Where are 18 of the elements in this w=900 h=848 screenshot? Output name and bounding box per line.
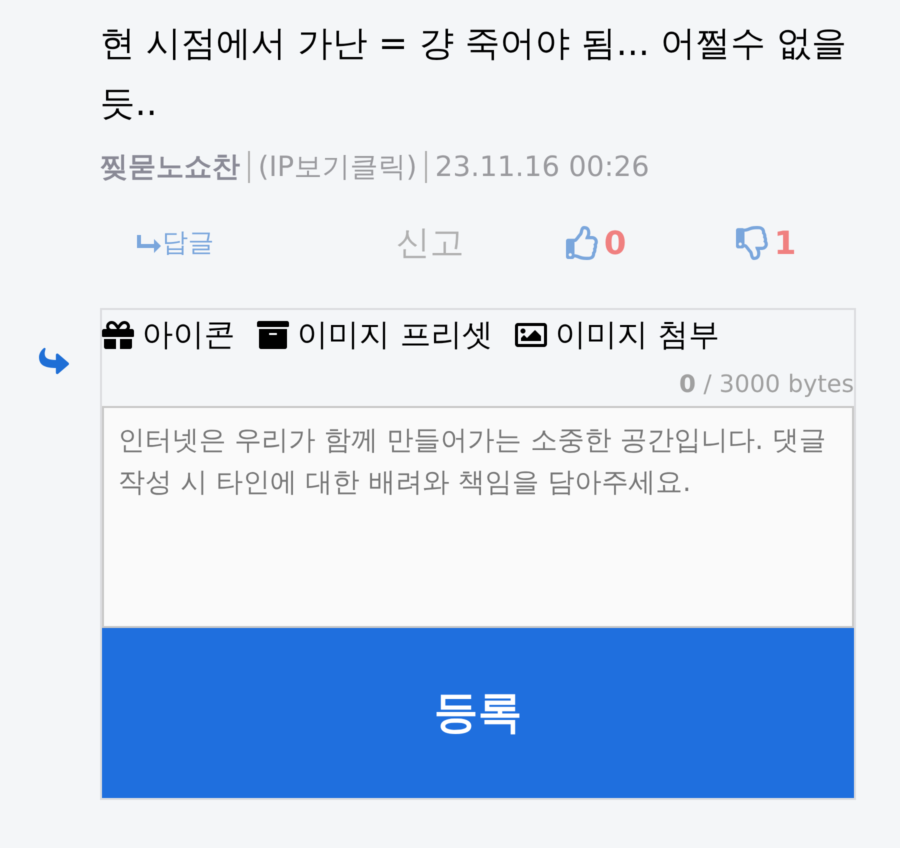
archive-icon <box>257 319 289 351</box>
like-count: 0 <box>604 223 626 264</box>
submit-button[interactable]: 등록 <box>102 628 854 798</box>
comment-text: 현 시점에서 가난 = 걍 죽어야 됨... 어쩔수 없을듯.. <box>100 23 848 126</box>
ip-link[interactable]: (IP보기클릭) <box>258 146 417 188</box>
author-name[interactable]: 찢묻노쇼찬 <box>100 146 240 188</box>
reply-arrow-icon <box>136 233 162 253</box>
thumbs-up-icon[interactable] <box>566 226 600 260</box>
gift-tool-button[interactable]: 아이콘 <box>102 312 235 358</box>
dislike-count: 1 <box>774 223 796 264</box>
comment-date: 23.11.16 00:26 <box>435 149 650 185</box>
image-tool-button[interactable]: 이미지 첨부 <box>514 312 720 358</box>
gift-icon <box>102 319 134 351</box>
archive-tool-button[interactable]: 이미지 프리셋 <box>257 312 493 358</box>
thumbs-down-icon[interactable] <box>736 226 770 260</box>
byte-counter: 0 / 3000 bytes <box>679 369 854 400</box>
reply-arrow-icon <box>39 346 69 376</box>
comment-input-field[interactable]: 인터넷은 우리가 함께 만들어가는 소중한 공간입니다. 댓글 작성 시 타인에 대한 배려와 책임을 담아주세요. <box>102 406 854 628</box>
